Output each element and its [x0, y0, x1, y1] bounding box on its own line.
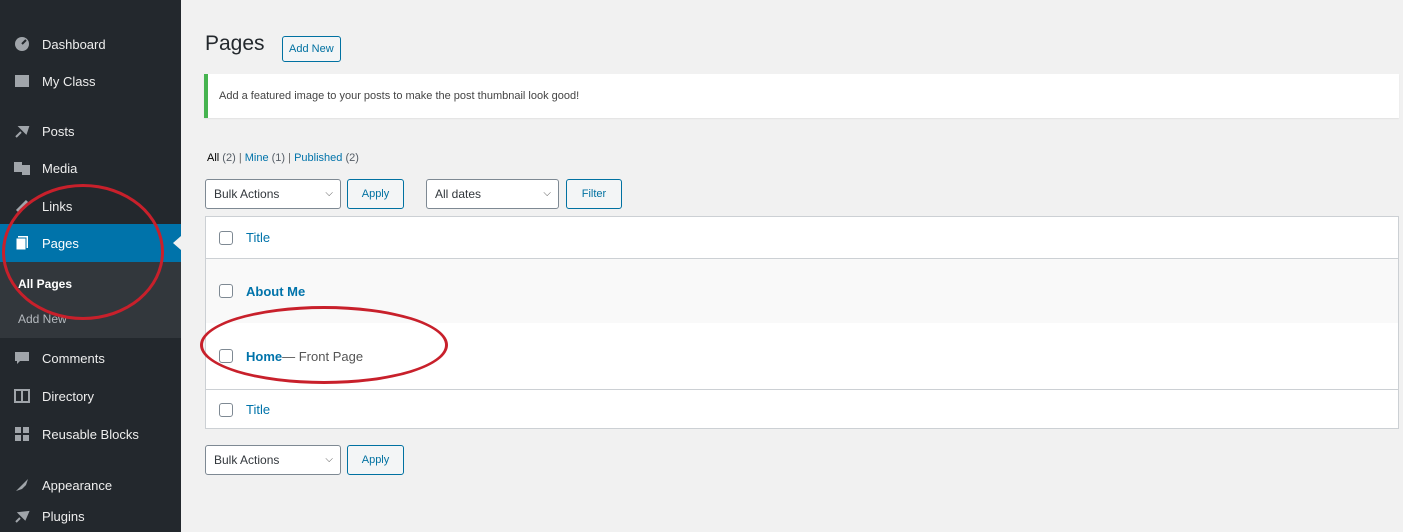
row-title-link[interactable]: About Me [246, 284, 305, 299]
table-header-row: Title [206, 217, 1398, 259]
filter-published-link[interactable]: Published (2) [294, 152, 359, 164]
sidebar-item-label: Dashboard [42, 36, 106, 52]
table-footer-row: Title [206, 389, 1398, 429]
sidebar-item-media[interactable]: Media [0, 149, 181, 187]
plugins-icon [11, 506, 33, 526]
sidebar-item-label: Pages [42, 235, 79, 251]
filter-mine-link[interactable]: Mine (1) [245, 152, 285, 164]
bulk-actions-select-bottom[interactable]: Bulk Actions ⌵ [205, 445, 341, 475]
pages-submenu: All Pages Add New [0, 262, 181, 338]
sidebar-item-label: Appearance [42, 477, 113, 493]
notice-banner: Add a featured image to your posts to ma… [204, 74, 1399, 118]
comment-icon [11, 348, 33, 368]
apply-button-bottom[interactable]: Apply [347, 445, 404, 475]
column-title-header[interactable]: Title [246, 230, 270, 245]
dashboard-icon [11, 34, 33, 54]
sidebar-item-comments[interactable]: Comments [0, 339, 181, 377]
sidebar-item-label: Posts [42, 123, 75, 139]
sidebar-item-my-class[interactable]: My Class [0, 62, 181, 100]
table-row: About Me [206, 259, 1398, 323]
filter-button[interactable]: Filter [566, 179, 622, 209]
row-checkbox[interactable] [219, 284, 233, 298]
sidebar-item-label: Directory [42, 388, 95, 404]
sidebar-item-posts[interactable]: Posts [0, 112, 181, 150]
sidebar-item-reusable-blocks[interactable]: Reusable Blocks [0, 415, 181, 453]
column-title-footer[interactable]: Title [246, 402, 270, 417]
link-icon [11, 196, 33, 216]
sidebar-item-pages[interactable]: Pages [0, 224, 181, 262]
post-state-label: — Front Page [282, 348, 364, 364]
chevron-down-icon: ⌵ [543, 188, 551, 199]
sidebar-item-label: Plugins [42, 508, 85, 524]
sidebar-item-directory[interactable]: Directory [0, 377, 181, 415]
sidebar-item-dashboard[interactable]: Dashboard [0, 25, 181, 63]
media-icon [11, 158, 33, 178]
filter-separator: | [288, 152, 292, 164]
sidebar-item-label: Links [42, 198, 73, 214]
sidebar-item-label: Comments [42, 350, 105, 366]
sidebar-item-label: Media [42, 160, 78, 176]
sidebar-item-plugins[interactable]: Plugins [0, 497, 181, 532]
filter-all-link[interactable]: All (2) [207, 152, 236, 164]
table-row: Home — Front Page [206, 323, 1398, 389]
row-title-link[interactable]: Home [246, 349, 282, 364]
dates-select[interactable]: All dates ⌵ [426, 179, 559, 209]
pages-table: Title About Me Home — Front Page Title [205, 216, 1399, 429]
status-filter-links: All (2) | Mine (1) | Published (2) [207, 152, 359, 164]
row-checkbox[interactable] [219, 349, 233, 363]
directory-icon [11, 386, 33, 406]
select-all-checkbox-footer[interactable] [219, 402, 233, 417]
appearance-icon [11, 475, 33, 495]
select-all-checkbox[interactable] [219, 230, 233, 245]
sidebar-item-label: Reusable Blocks [42, 426, 139, 442]
chevron-down-icon: ⌵ [325, 188, 333, 199]
notice-text: Add a featured image to your posts to ma… [219, 90, 580, 102]
class-icon [11, 71, 33, 91]
main-content: Pages Add New Add a featured image to yo… [181, 0, 1403, 532]
sidebar-item-links[interactable]: Links [0, 187, 181, 225]
pin-icon [11, 121, 33, 141]
chevron-down-icon: ⌵ [325, 454, 333, 465]
submenu-all-pages[interactable]: All Pages [18, 277, 72, 291]
sidebar-item-label: My Class [42, 73, 96, 89]
add-new-button[interactable]: Add New [282, 36, 341, 62]
apply-button-top[interactable]: Apply [347, 179, 404, 209]
submenu-add-new[interactable]: Add New [18, 312, 67, 326]
bulk-actions-select-top[interactable]: Bulk Actions ⌵ [205, 179, 341, 209]
blocks-icon [11, 424, 33, 444]
filter-separator: | [238, 152, 242, 164]
pages-icon [11, 233, 33, 253]
admin-sidebar: Dashboard My Class Posts Media Links Pag… [0, 0, 181, 532]
page-title: Pages [205, 32, 265, 55]
